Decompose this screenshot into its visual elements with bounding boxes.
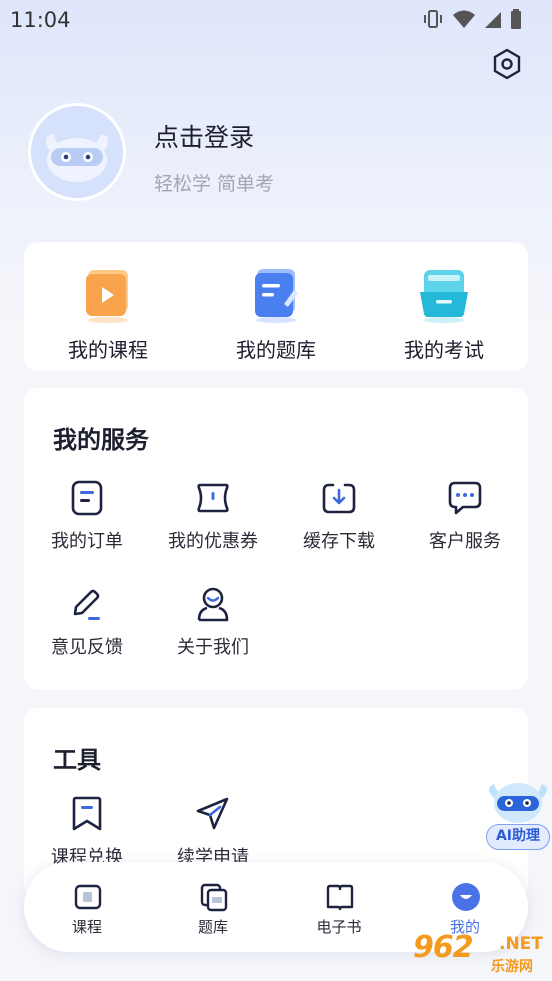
mascot-icon bbox=[489, 783, 547, 823]
watermark-logo: 962 .NET 乐游网 bbox=[413, 930, 547, 976]
status-time: 11:04 bbox=[10, 8, 71, 32]
avatar[interactable] bbox=[28, 103, 126, 201]
quick-links-card: 我的课程 我的题库 我的考试 bbox=[24, 242, 528, 371]
service-about-us[interactable]: 关于我们 bbox=[150, 586, 276, 676]
service-my-orders[interactable]: 我的订单 bbox=[24, 480, 150, 570]
coupon-icon bbox=[197, 483, 229, 513]
quick-link-label: 我的课程 bbox=[68, 338, 148, 362]
service-label: 我的优惠券 bbox=[168, 531, 258, 552]
tools-title: 工具 bbox=[53, 746, 101, 774]
chat-icon bbox=[448, 481, 482, 515]
vibrate-icon bbox=[424, 10, 442, 28]
tab-courses[interactable]: 课程 bbox=[24, 862, 150, 952]
watermark-site: 乐游网 bbox=[491, 959, 533, 975]
bank-tab-icon bbox=[200, 883, 228, 912]
slogan-text: 轻松学 简单考 bbox=[154, 173, 275, 195]
quick-link-my-exams[interactable]: 我的考试 bbox=[360, 242, 528, 371]
ai-assistant-button[interactable]: AI助理 bbox=[484, 776, 552, 854]
tab-ebook[interactable]: 电子书 bbox=[276, 862, 402, 952]
services-title: 我的服务 bbox=[53, 426, 149, 454]
watermark-suffix: .NET bbox=[499, 934, 543, 954]
login-link[interactable]: 点击登录 bbox=[154, 118, 254, 154]
profile-tab-icon bbox=[452, 883, 480, 911]
quick-link-label: 我的考试 bbox=[404, 338, 484, 362]
services-card: 我的服务 我的订单 我的优惠券 缓存下载 客户服务 意见反馈 关于我们 bbox=[24, 388, 528, 690]
quick-link-my-question-bank[interactable]: 我的题库 bbox=[192, 242, 360, 371]
service-feedback[interactable]: 意见反馈 bbox=[24, 586, 150, 676]
tab-label: 题库 bbox=[197, 918, 228, 936]
wifi-icon bbox=[453, 10, 475, 28]
quick-link-my-courses[interactable]: 我的课程 bbox=[24, 242, 192, 371]
pencil-icon bbox=[73, 589, 100, 620]
service-label: 缓存下载 bbox=[303, 531, 375, 552]
course-video-icon bbox=[86, 270, 128, 323]
question-bank-icon bbox=[255, 269, 298, 323]
ai-assistant-label: AI助理 bbox=[486, 824, 550, 850]
battery-icon bbox=[511, 9, 521, 29]
user-icon bbox=[197, 587, 229, 622]
service-label: 关于我们 bbox=[177, 637, 249, 658]
bookmark-icon bbox=[72, 796, 102, 831]
send-icon bbox=[196, 797, 229, 830]
quick-link-label: 我的题库 bbox=[236, 338, 316, 362]
watermark-number: 962 bbox=[413, 930, 474, 965]
service-cache-download[interactable]: 缓存下载 bbox=[276, 480, 402, 570]
settings-icon[interactable] bbox=[490, 47, 524, 81]
service-customer-support[interactable]: 客户服务 bbox=[402, 480, 528, 570]
status-bar: 11:04 bbox=[0, 0, 552, 38]
service-label: 意见反馈 bbox=[51, 637, 123, 658]
tab-question-bank[interactable]: 题库 bbox=[150, 862, 276, 952]
ebook-tab-icon bbox=[326, 884, 354, 911]
order-icon bbox=[71, 480, 103, 516]
service-label: 我的订单 bbox=[51, 531, 123, 552]
signal-icon bbox=[485, 12, 501, 28]
mascot-avatar-icon bbox=[31, 106, 123, 198]
course-tab-icon bbox=[74, 884, 102, 910]
tab-label: 课程 bbox=[71, 918, 102, 936]
status-icons bbox=[422, 9, 522, 29]
download-icon bbox=[322, 483, 356, 514]
exam-icon bbox=[420, 270, 468, 323]
service-label: 客户服务 bbox=[429, 531, 501, 552]
tab-label: 电子书 bbox=[316, 918, 362, 936]
service-my-coupons[interactable]: 我的优惠券 bbox=[150, 480, 276, 570]
